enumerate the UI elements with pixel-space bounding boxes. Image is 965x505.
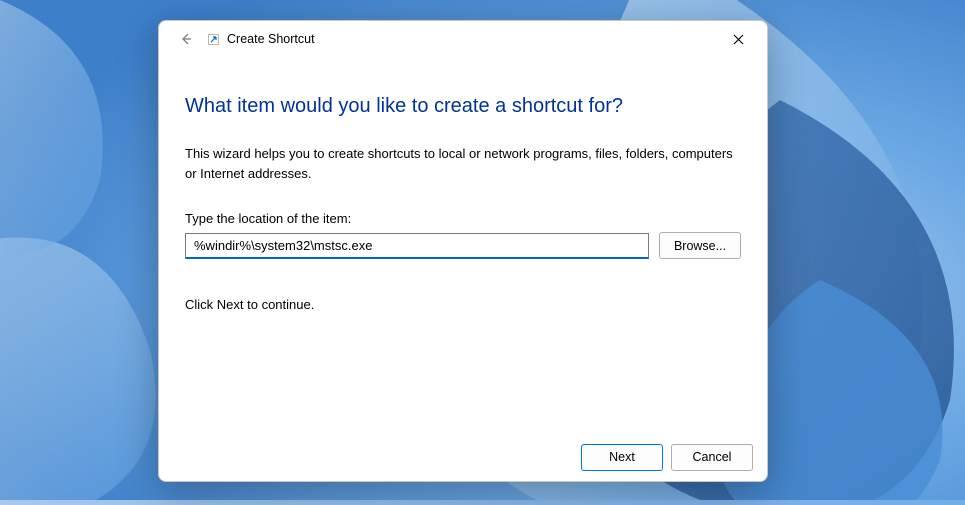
back-button[interactable] (177, 30, 195, 48)
dialog-footer: Next Cancel (159, 433, 767, 481)
next-button[interactable]: Next (581, 444, 663, 471)
create-shortcut-dialog: Create Shortcut What item would you like… (158, 20, 768, 482)
location-input-row: Browse... (185, 232, 741, 259)
close-button[interactable] (717, 24, 759, 54)
wizard-description: This wizard helps you to create shortcut… (185, 144, 741, 183)
dialog-titlebar: Create Shortcut (159, 21, 767, 57)
browse-button[interactable]: Browse... (659, 232, 741, 259)
location-input[interactable] (185, 233, 649, 259)
dialog-content: What item would you like to create a sho… (159, 57, 767, 433)
page-heading: What item would you like to create a sho… (185, 95, 741, 118)
cancel-button[interactable]: Cancel (671, 444, 753, 471)
location-label: Type the location of the item: (185, 211, 741, 226)
shortcut-overlay-icon (207, 33, 219, 45)
continue-instruction: Click Next to continue. (185, 297, 741, 312)
dialog-title: Create Shortcut (227, 32, 315, 46)
